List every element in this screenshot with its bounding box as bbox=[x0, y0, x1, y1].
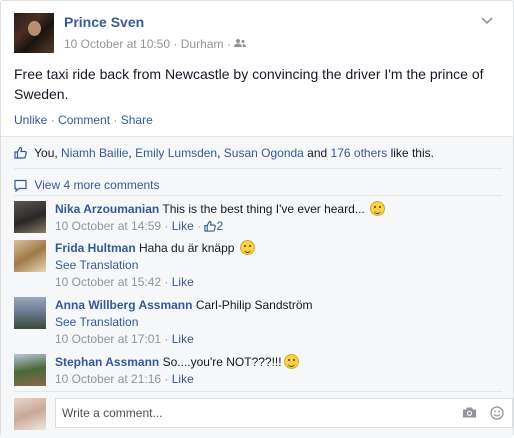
commenter-avatar[interactable] bbox=[14, 240, 46, 272]
comment-text: This is the best thing I've ever heard..… bbox=[162, 202, 365, 216]
comment-like-count[interactable]: 2 bbox=[204, 219, 223, 233]
likes-prefix: You, bbox=[34, 146, 62, 160]
see-translation-link[interactable]: See Translation bbox=[55, 258, 138, 272]
composer-icons bbox=[452, 405, 504, 420]
action-separator: · bbox=[50, 113, 55, 127]
commenter-avatar[interactable] bbox=[14, 354, 46, 386]
post-card: Prince Sven 10 October at 10:50 · Durham… bbox=[0, 0, 514, 438]
comment-meta: 10 October at 21:16 · Like bbox=[55, 372, 194, 386]
like-count-value: 2 bbox=[216, 219, 224, 233]
comment-link[interactable]: Comment bbox=[58, 113, 110, 127]
comment-timestamp[interactable]: 10 October at 21:16 bbox=[55, 372, 161, 386]
comment-composer: Write a comment... bbox=[14, 398, 513, 430]
action-separator: · bbox=[113, 113, 118, 127]
comment-meta: 10 October at 17:01 · Like bbox=[55, 332, 194, 346]
comment-like-link[interactable]: Like bbox=[172, 275, 194, 289]
comment-body: Stephan Assmann So....you're NOT???!!! 1… bbox=[55, 354, 495, 388]
post-timestamp[interactable]: 10 October at 10:50 bbox=[64, 37, 170, 51]
post-header: Prince Sven 10 October at 10:50 · Durham… bbox=[14, 13, 494, 55]
flushed-emoji-icon bbox=[283, 354, 299, 369]
see-translation-link[interactable]: See Translation bbox=[55, 315, 138, 329]
commenter-name[interactable]: Anna Willberg Assmann bbox=[55, 298, 192, 312]
meta-separator: · bbox=[173, 36, 178, 51]
comment-like-link[interactable]: Like bbox=[172, 332, 194, 346]
smile-emoji-icon bbox=[370, 201, 386, 216]
likes-summary: You, Niamh Bailie, Emily Lumsden, Susan … bbox=[14, 146, 434, 160]
comment-text: Haha du är knäpp bbox=[139, 241, 235, 255]
comment-input-placeholder: Write a comment... bbox=[62, 406, 163, 420]
liker-link[interactable]: Emily Lumsden bbox=[135, 146, 217, 160]
commenter-avatar[interactable] bbox=[14, 201, 46, 233]
view-more-comments[interactable]: View 4 more comments bbox=[14, 178, 160, 193]
post-location[interactable]: Durham bbox=[181, 37, 224, 51]
comment-body: Nika Arzoumanian This is the best thing … bbox=[55, 201, 495, 235]
commenter-name[interactable]: Frida Hultman bbox=[55, 241, 136, 255]
meta-separator: · bbox=[226, 36, 231, 51]
comment-body: Anna Willberg Assmann Carl-Philip Sandst… bbox=[55, 297, 495, 348]
emoji-picker-icon[interactable] bbox=[480, 405, 504, 420]
comment-like-link[interactable]: Like bbox=[172, 372, 194, 386]
commenter-name[interactable]: Stephan Assmann bbox=[55, 355, 159, 369]
author-avatar[interactable] bbox=[14, 13, 54, 53]
share-link[interactable]: Share bbox=[121, 113, 153, 127]
comment-text: So....you're NOT???!!! bbox=[162, 355, 282, 369]
comment-like-link[interactable]: Like bbox=[172, 219, 194, 233]
smile-emoji-icon bbox=[239, 240, 255, 255]
comment-timestamp[interactable]: 10 October at 17:01 bbox=[55, 332, 161, 346]
comment-meta: 10 October at 14:59 · Like · 2 bbox=[55, 219, 224, 233]
comment-timestamp[interactable]: 10 October at 14:59 bbox=[55, 219, 161, 233]
divider bbox=[14, 391, 502, 392]
comment-meta: 10 October at 15:42 · Like bbox=[55, 275, 194, 289]
comment-body: Frida Hultman Haha du är knäpp See Trans… bbox=[55, 240, 495, 291]
likes-and: and bbox=[303, 146, 331, 160]
likes-suffix: like this. bbox=[387, 146, 434, 160]
comment-text: Carl-Philip Sandström bbox=[195, 298, 313, 312]
thumbs-up-icon bbox=[14, 146, 34, 160]
divider bbox=[1, 136, 513, 137]
others-link[interactable]: 176 others bbox=[331, 146, 388, 160]
friends-audience-icon[interactable] bbox=[234, 37, 247, 51]
unlike-link[interactable]: Unlike bbox=[14, 113, 47, 127]
comment-bubble-icon bbox=[14, 178, 34, 193]
commenter-avatar[interactable] bbox=[14, 297, 46, 329]
divider bbox=[14, 168, 502, 169]
liker-link[interactable]: Susan Ogonda bbox=[224, 146, 304, 160]
author-name[interactable]: Prince Sven bbox=[64, 14, 144, 30]
commenter-name[interactable]: Nika Arzoumanian bbox=[55, 202, 159, 216]
post-text: Free taxi ride back from Newcastle by co… bbox=[14, 66, 484, 102]
likes-separator: , bbox=[217, 146, 224, 160]
view-more-link[interactable]: View 4 more comments bbox=[34, 178, 159, 192]
divider bbox=[14, 195, 502, 196]
current-user-avatar bbox=[14, 398, 46, 430]
liker-link[interactable]: Niamh Bailie bbox=[61, 146, 128, 160]
post-meta: 10 October at 10:50 · Durham · bbox=[64, 36, 247, 51]
post-actions: Unlike · Comment · Share bbox=[14, 113, 153, 127]
comment-timestamp[interactable]: 10 October at 15:42 bbox=[55, 275, 161, 289]
chevron-down-icon[interactable] bbox=[480, 13, 494, 27]
comment-input[interactable]: Write a comment... bbox=[55, 398, 513, 428]
camera-icon[interactable] bbox=[452, 405, 477, 419]
